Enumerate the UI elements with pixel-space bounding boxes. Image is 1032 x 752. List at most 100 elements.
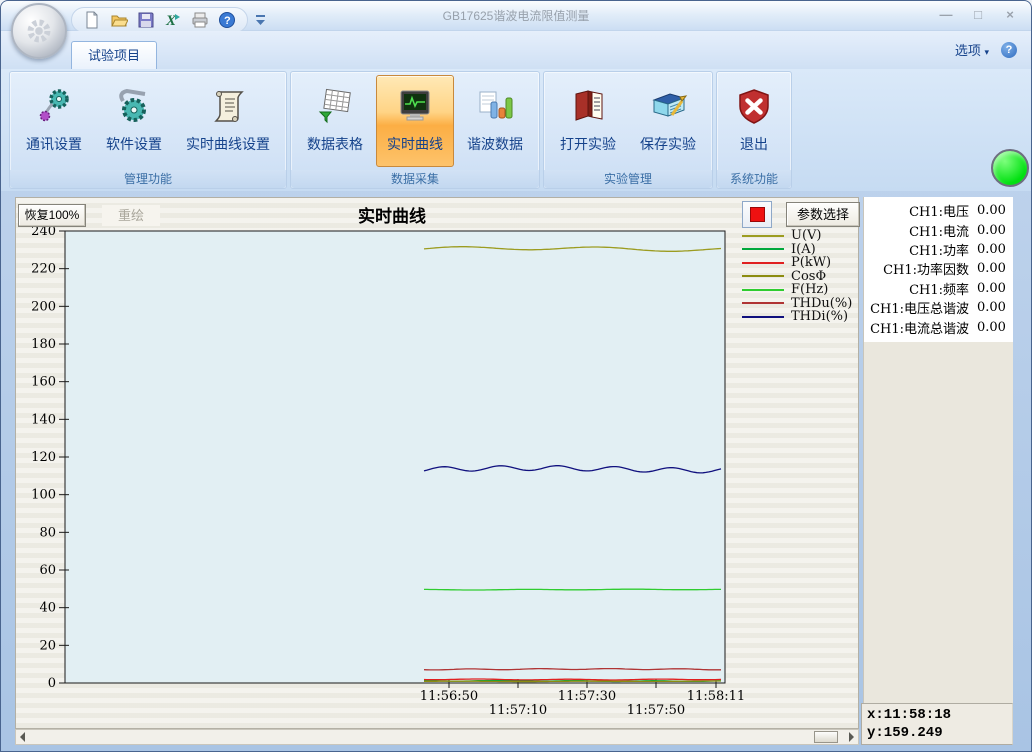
svg-text:80: 80 (39, 525, 56, 540)
horizontal-scrollbar[interactable] (15, 729, 859, 745)
ribbon-button-data-table[interactable]: 数据表格 (296, 75, 374, 167)
ribbon-button-exit-shield[interactable]: 退出 (722, 75, 786, 167)
legend-line-sample (742, 275, 784, 277)
ribbon: 通讯设置软件设置实时曲线设置管理功能数据表格实时曲线谐波数据数据采集打开实验保存… (1, 69, 1031, 191)
svg-text:180: 180 (31, 337, 56, 352)
chart-legend: U(V)I(A)P(kW)CosΦF(Hz)THDu(%)THDi(%) (742, 229, 860, 324)
cursor-x-value: x:11:58:18 (867, 706, 1007, 724)
ribbon-button-label: 保存实验 (640, 134, 696, 154)
reading-label: CH1:电压 (864, 201, 969, 220)
maximize-button[interactable]: □ (967, 6, 989, 24)
svg-text:160: 160 (31, 375, 56, 390)
ribbon-group-label: 管理功能 (10, 170, 286, 188)
legend-label: U(V) (791, 229, 822, 242)
legend-label: P(kW) (791, 256, 831, 269)
reading-row: CH1:电流总谐波0.00 (864, 317, 1013, 336)
reading-label: CH1:电压总谐波 (864, 298, 969, 317)
legend-line-sample (742, 235, 784, 237)
svg-text:200: 200 (31, 299, 56, 314)
legend-item: I(A) (742, 243, 860, 257)
legend-item: CosΦ (742, 270, 860, 284)
svg-text:?: ? (224, 15, 231, 27)
svg-text:140: 140 (31, 412, 56, 427)
gear-icon (22, 14, 56, 48)
plot-area[interactable] (65, 231, 725, 683)
legend-label: F(Hz) (791, 283, 828, 296)
status-indicator (991, 149, 1029, 187)
legend-item: F(Hz) (742, 283, 860, 297)
svg-text:11:57:50: 11:57:50 (627, 703, 685, 718)
ribbon-button-label: 实时曲线设置 (186, 134, 270, 154)
harmonic-bars-icon (474, 84, 516, 128)
svg-text:11:57:30: 11:57:30 (558, 689, 616, 704)
ribbon-button-save-experiment-notebook[interactable]: 保存实验 (629, 75, 707, 167)
minimize-button[interactable]: — (935, 6, 957, 24)
redraw-button[interactable]: 重绘 (102, 205, 160, 226)
tab-test-items[interactable]: 试验项目 (71, 41, 157, 69)
stop-button[interactable] (742, 201, 772, 228)
reading-value: 0.00 (969, 320, 1013, 335)
legend-line-sample (742, 302, 784, 304)
reading-value: 0.00 (969, 242, 1013, 257)
reading-row: CH1:电流0.00 (864, 220, 1013, 239)
help-icon[interactable]: ? (1001, 42, 1017, 58)
customize-toolbar-icon[interactable] (255, 13, 267, 27)
svg-text:20: 20 (39, 638, 56, 653)
data-table-icon (314, 84, 356, 128)
legend-label: THDi(%) (791, 310, 848, 323)
reading-row: CH1:电压0.00 (864, 201, 1013, 220)
scrollbar-thumb[interactable] (814, 731, 838, 743)
legend-item: THDu(%) (742, 297, 860, 311)
reading-label: CH1:频率 (864, 279, 969, 298)
ribbon-button-harmonic-bars[interactable]: 谐波数据 (456, 75, 534, 167)
chart-title: 实时曲线 (292, 202, 492, 227)
svg-text:120: 120 (31, 450, 56, 465)
parameter-select-button[interactable]: 参数选择 (786, 202, 860, 227)
ribbon-group-1: 通讯设置软件设置 实时曲线设置管理功能 (9, 71, 287, 189)
save-icon[interactable] (136, 10, 156, 30)
chevron-down-icon: ▾ (984, 47, 989, 57)
reading-row: CH1:电压总谐波0.00 (864, 298, 1013, 317)
svg-text:11:57:10: 11:57:10 (489, 703, 547, 718)
close-button[interactable]: × (999, 6, 1021, 24)
scroll-right-icon[interactable] (849, 732, 854, 742)
application-menu-orb[interactable] (11, 3, 67, 59)
legend-item: U(V) (742, 229, 860, 243)
reading-label: CH1:功率因数 (864, 259, 969, 278)
restore-zoom-button[interactable]: 恢复100% (18, 204, 86, 227)
ribbon-button-realtime-curve-monitor[interactable]: 实时曲线 (376, 75, 454, 167)
software-gear-icon (113, 84, 155, 128)
reading-label: CH1:电流总谐波 (864, 318, 969, 337)
cursor-coordinates: x:11:58:18 y:159.249 (861, 703, 1013, 745)
legend-line-sample (742, 289, 784, 291)
print-icon[interactable] (190, 10, 210, 30)
ribbon-button-software-gear[interactable]: 软件设置 (95, 75, 173, 167)
open-experiment-book-icon (567, 84, 609, 128)
legend-label: CosΦ (791, 270, 826, 283)
reading-label: CH1:功率 (864, 240, 969, 259)
ribbon-button-label: 软件设置 (106, 134, 162, 154)
legend-line-sample (742, 248, 784, 250)
exit-shield-icon (733, 84, 775, 128)
legend-item: THDi(%) (742, 310, 860, 324)
reading-value: 0.00 (969, 281, 1013, 296)
cursor-y-value: y:159.249 (867, 724, 1007, 742)
reading-row: CH1:频率0.00 (864, 279, 1013, 298)
scroll-left-icon[interactable] (20, 732, 25, 742)
ribbon-button-curve-settings-scroll[interactable]: 实时曲线设置 (175, 75, 281, 167)
excel-export-icon[interactable]: X (163, 10, 183, 30)
svg-text:0: 0 (48, 676, 56, 691)
series-CosΦ (424, 681, 721, 682)
help-icon[interactable]: ? (217, 10, 237, 30)
new-file-icon[interactable] (82, 10, 102, 30)
curve-settings-scroll-icon (207, 84, 249, 128)
open-folder-icon[interactable] (109, 10, 129, 30)
ribbon-button-comm-gear[interactable]: 通讯设置 (15, 75, 93, 167)
stop-icon (750, 207, 765, 222)
reading-value: 0.00 (969, 300, 1013, 315)
reading-value: 0.00 (969, 261, 1013, 276)
options-menu[interactable]: 选项 ▾ (955, 41, 989, 62)
ribbon-group-label: 系统功能 (717, 170, 791, 188)
ribbon-button-open-experiment-book[interactable]: 打开实验 (549, 75, 627, 167)
svg-text:11:56:50: 11:56:50 (420, 689, 478, 704)
